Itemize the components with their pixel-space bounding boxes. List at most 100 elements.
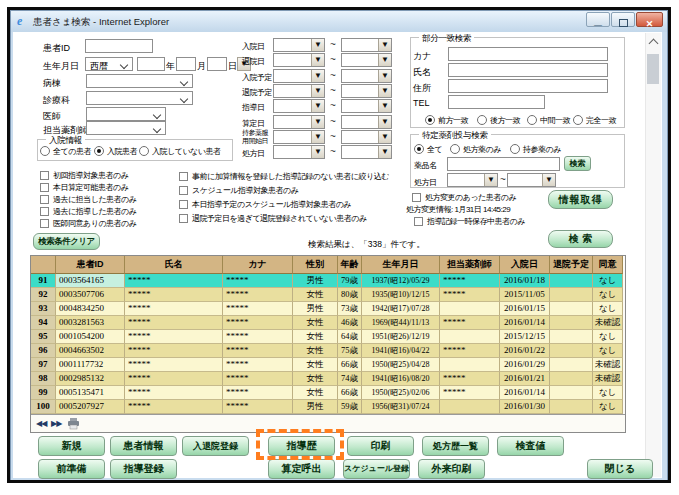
date-to-combo[interactable]: ▼ <box>341 115 392 129</box>
birth-era-select[interactable]: 西暦 <box>85 57 133 71</box>
drug-scope-radio[interactable]: 処方薬のみ <box>450 144 501 155</box>
pharmacist-select[interactable] <box>86 121 166 135</box>
dropdown-arrow-icon[interactable]: ▼ <box>311 54 324 66</box>
match-type-radio[interactable]: 完全一致 <box>573 115 616 126</box>
table-row[interactable]: 990005135471**********女性66歳1950(昭25)/02/… <box>31 386 625 400</box>
dropdown-arrow-icon[interactable]: ▼ <box>378 70 391 82</box>
name-input[interactable] <box>448 63 608 77</box>
admission-registration-button[interactable]: 入退院登録 <box>182 436 249 456</box>
dropdown-arrow-icon[interactable]: ▼ <box>311 70 324 82</box>
date-to-combo[interactable]: ▼ <box>341 145 392 159</box>
kana-input[interactable] <box>448 47 608 61</box>
tel-input[interactable] <box>448 95 545 109</box>
preparation-button[interactable]: 前準備 <box>38 459 105 479</box>
filter-checkbox[interactable]: 退院予定日を過ぎて退院登録されていない患者のみ <box>179 213 367 224</box>
table-row[interactable]: 950001054200**********女性64歳1951(昭26)/12/… <box>31 330 625 344</box>
drug-name-input[interactable] <box>447 157 560 171</box>
doctor-select[interactable] <box>86 107 166 121</box>
dropdown-arrow-icon[interactable]: ▼ <box>311 116 324 128</box>
dropdown-arrow-icon[interactable]: ▼ <box>542 174 555 186</box>
test-values-button[interactable]: 検査値 <box>497 436 564 456</box>
filter-checkbox[interactable]: 本日指導予定のスケジュール指導対象患者のみ <box>179 199 351 210</box>
draft-record-checkbox[interactable]: 指導記録一時保存中患者のみ <box>414 216 525 227</box>
date-to-combo[interactable]: ▼ <box>341 69 392 83</box>
dropdown-arrow-icon[interactable]: ▼ <box>378 85 391 97</box>
date-to-combo[interactable]: ▼ <box>341 38 392 52</box>
table-row[interactable]: 960004663502**********女性75歳1941(昭16)/04/… <box>31 344 625 358</box>
match-type-radio[interactable]: 前方一致 <box>425 115 468 126</box>
admission-radio[interactable]: 全ての患者 <box>40 146 91 157</box>
close-button[interactable]: 閉じる <box>587 459 653 479</box>
outpatient-print-button[interactable]: 外来印刷 <box>418 459 485 479</box>
table-row[interactable]: 980002985132**********女性74歳1941(昭16)/08/… <box>31 372 625 386</box>
prescription-from-combo[interactable]: ▼ <box>447 173 498 187</box>
table-row[interactable]: 1000005207927**********男性59歳1956(昭31)/07… <box>31 400 625 414</box>
match-type-radio[interactable]: 中間一致 <box>527 115 570 126</box>
dropdown-arrow-icon[interactable]: ▼ <box>311 100 324 112</box>
filter-checkbox[interactable]: 事前に加算情報を登録した指導記録のない患者に絞り込む <box>179 171 389 182</box>
new-button[interactable]: 新規 <box>38 436 105 456</box>
match-type-radio[interactable]: 後方一致 <box>477 115 520 126</box>
dropdown-arrow-icon[interactable]: ▼ <box>311 39 324 51</box>
dropdown-arrow-icon[interactable]: ▼ <box>378 100 391 112</box>
table-row[interactable]: 920003507706**********女性80歳1935(昭10)/12/… <box>31 288 625 302</box>
guidance-registration-button[interactable]: 指導登録 <box>110 459 177 479</box>
drug-scope-radio[interactable]: 持参薬のみ <box>510 144 561 155</box>
date-from-combo[interactable]: ▼ <box>273 130 325 144</box>
filter-checkbox[interactable]: 過去に担当した患者のみ <box>40 194 136 205</box>
date-to-combo[interactable]: ▼ <box>341 53 392 67</box>
date-to-combo[interactable]: ▼ <box>341 99 392 113</box>
drug-search-button[interactable]: 検索 <box>564 156 591 171</box>
filter-checkbox[interactable]: スケジュール指導対象患者のみ <box>179 185 298 196</box>
dropdown-arrow-icon[interactable]: ▼ <box>378 146 391 158</box>
prescription-history-button[interactable]: 処方歴一覧 <box>422 436 489 456</box>
drug-scope-radio[interactable]: 全て <box>414 144 442 155</box>
dropdown-arrow-icon[interactable]: ▼ <box>378 131 391 143</box>
date-from-combo[interactable]: ▼ <box>273 38 325 52</box>
next-page-icon[interactable]: ▶▶ <box>51 419 61 428</box>
dropdown-arrow-icon[interactable]: ▼ <box>311 85 324 97</box>
birth-month-input[interactable] <box>176 57 196 71</box>
admission-radio[interactable]: 入院していない患者 <box>139 146 220 157</box>
dropdown-arrow-icon[interactable]: ▼ <box>311 146 324 158</box>
date-from-combo[interactable]: ▼ <box>273 115 325 129</box>
dropdown-arrow-icon[interactable]: ▼ <box>311 131 324 143</box>
date-from-combo[interactable]: ▼ <box>273 53 325 67</box>
filter-checkbox[interactable]: 初回指導対象患者のみ <box>40 170 128 181</box>
patient-id-input[interactable] <box>85 39 153 53</box>
date-from-combo[interactable]: ▼ <box>273 84 325 98</box>
info-fetch-button[interactable]: 情報取得 <box>548 190 613 209</box>
clear-conditions-button[interactable]: 検索条件クリア <box>33 233 100 250</box>
patient-info-button[interactable]: 患者情報 <box>110 436 177 456</box>
date-from-combo[interactable]: ▼ <box>273 145 325 159</box>
birth-year-input[interactable] <box>137 57 165 71</box>
filter-checkbox[interactable]: 医師同意ありの患者のみ <box>40 218 136 229</box>
first-page-icon[interactable]: ◀◀ <box>36 419 46 428</box>
date-to-combo[interactable]: ▼ <box>341 130 392 144</box>
date-from-combo[interactable]: ▼ <box>273 99 325 113</box>
date-to-combo[interactable]: ▼ <box>341 84 392 98</box>
dropdown-arrow-icon[interactable]: ▼ <box>378 39 391 51</box>
table-row[interactable]: 970001117732**********女性66歳1950(昭25)/04/… <box>31 358 625 372</box>
dropdown-arrow-icon[interactable]: ▼ <box>378 54 391 66</box>
dropdown-arrow-icon[interactable]: ▼ <box>484 174 497 186</box>
printer-icon[interactable] <box>67 418 80 430</box>
search-button[interactable]: 検索 <box>548 230 613 248</box>
prescription-to-combo[interactable]: ▼ <box>507 173 556 187</box>
schedule-registration-button[interactable]: スケジュール登録 <box>343 459 410 479</box>
prescription-change-checkbox[interactable]: 処方変更のあった患者のみ <box>412 192 516 203</box>
table-row[interactable]: 940003281563**********女性46歳1969(昭44)/11/… <box>31 316 625 330</box>
filter-checkbox[interactable]: 本日算定可能患者のみ <box>40 182 128 193</box>
address-input[interactable] <box>448 79 608 93</box>
table-row[interactable]: 910003564165**********男性79歳1937(昭12)/05/… <box>31 274 625 288</box>
ward-select[interactable] <box>86 74 193 88</box>
birth-day-input[interactable] <box>207 57 227 71</box>
admission-radio[interactable]: 入院患者 <box>94 146 137 157</box>
table-row[interactable]: 930004834250**********男性73歳1942(昭17)/07/… <box>31 302 625 316</box>
calculation-call-button[interactable]: 算定呼出 <box>268 459 335 479</box>
dropdown-arrow-icon[interactable]: ▼ <box>378 116 391 128</box>
date-from-combo[interactable]: ▼ <box>273 69 325 83</box>
filter-checkbox[interactable]: 過去に指導した患者のみ <box>40 206 136 217</box>
print-button[interactable]: 印刷 <box>347 436 414 456</box>
department-select[interactable] <box>86 91 193 105</box>
